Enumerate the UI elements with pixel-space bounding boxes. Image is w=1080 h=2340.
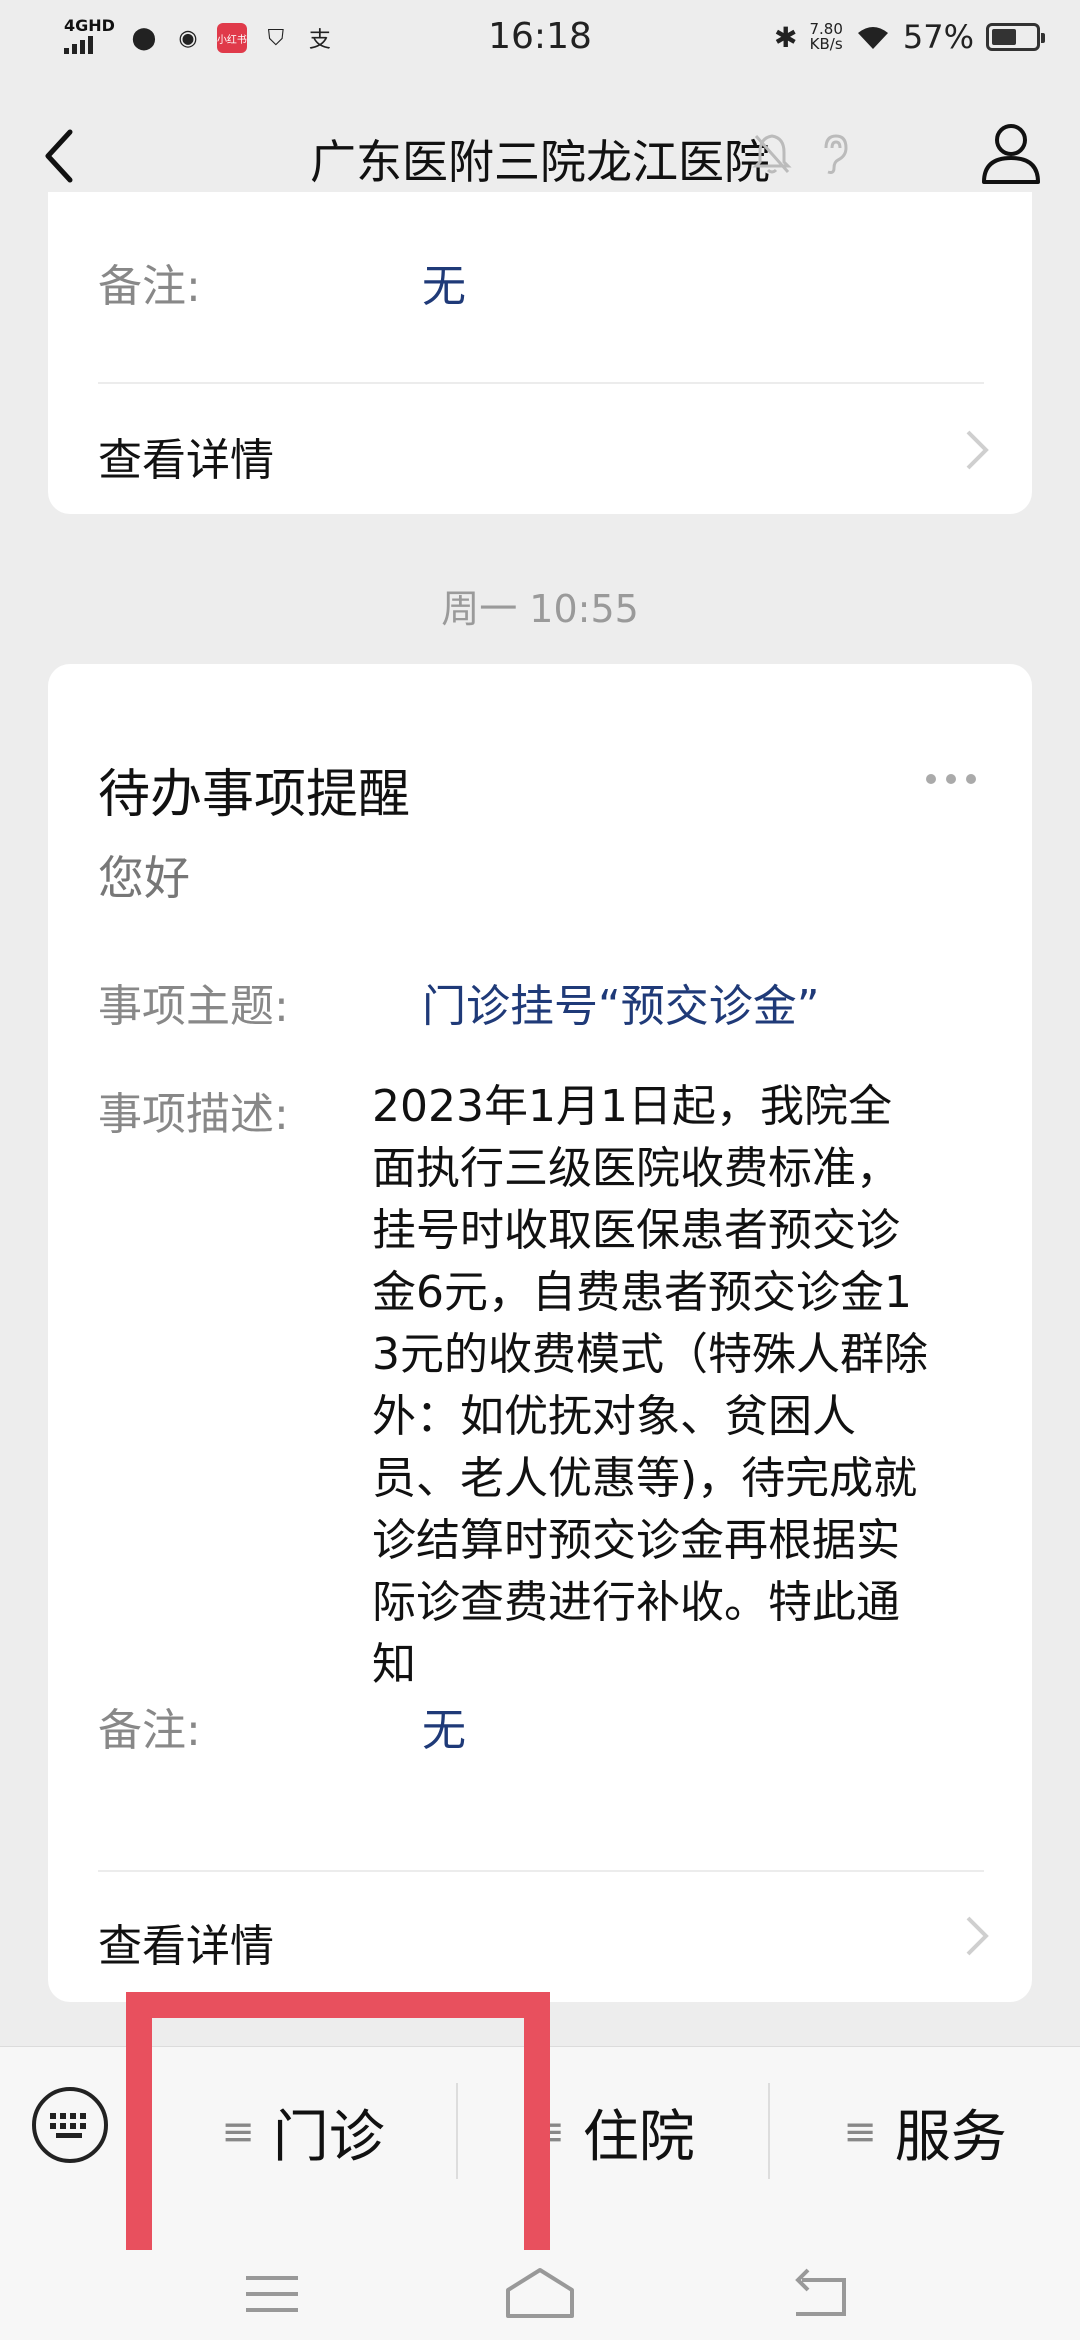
- remark-label: 备注:: [98, 261, 201, 312]
- message-card-todo[interactable]: 待办事项提醒 您好 事项主题: 门诊挂号“预交诊金” 事项描述: 2023年1月…: [48, 664, 1032, 2002]
- home-icon[interactable]: [500, 2264, 580, 2324]
- back-nav-icon[interactable]: [782, 2264, 862, 2324]
- net-speed: 7.80 KB/s: [809, 22, 842, 52]
- battery-level: [992, 29, 1016, 45]
- divider: [98, 1870, 984, 1872]
- battery-icon: [986, 23, 1045, 51]
- menu-item-services[interactable]: ≡ 服务: [770, 2047, 1080, 2217]
- subject-value: 门诊挂号“预交诊金”: [422, 981, 820, 1032]
- view-details-label: 查看详情: [98, 1921, 274, 1972]
- status-right: ✱ 7.80 KB/s 57%: [774, 18, 1045, 56]
- battery-percent: 57%: [902, 18, 974, 56]
- menu-list-icon: ≡: [843, 2109, 877, 2155]
- view-details-label: 查看详情: [98, 435, 274, 486]
- keyboard-icon[interactable]: [32, 2087, 108, 2163]
- remark-value: 无: [422, 1705, 466, 1756]
- wifi-icon: [857, 27, 888, 49]
- highlight-box: [126, 1992, 550, 2282]
- message-card-previous: 备注: 无 查看详情: [48, 192, 1032, 514]
- ear-icon: [824, 134, 848, 174]
- description-value: 2023年1月1日起，我院全面执行三级医院收费标准，挂号时收取医保患者预交诊金6…: [372, 1081, 928, 1690]
- chevron-right-icon: [966, 1916, 989, 1956]
- divider: [98, 382, 984, 384]
- bluetooth-icon: ✱: [774, 20, 798, 54]
- description-label: 事项描述:: [98, 1089, 289, 1140]
- header-status-icons: [752, 132, 854, 176]
- card-title: 待办事项提醒: [98, 765, 411, 825]
- page-title: 广东医附三院龙江医院: [310, 135, 770, 189]
- subject-label: 事项主题:: [98, 981, 289, 1032]
- message-timestamp: 周一 10:55: [441, 587, 639, 631]
- recents-menu-icon[interactable]: [232, 2264, 312, 2324]
- system-nav-bar: [0, 2250, 1080, 2340]
- status-bar: 4GHD ⬤ ◉ 小红书 ⛉ 支 16:18 ✱ 7.80 KB/s 57%: [0, 0, 1080, 80]
- menu-item-label: 服务: [894, 2104, 1007, 2170]
- menu-item-label: 住院: [582, 2104, 695, 2170]
- chevron-right-icon: [966, 430, 989, 470]
- net-speed-unit: KB/s: [809, 35, 843, 53]
- remark-label: 备注:: [98, 1705, 201, 1756]
- bell-muted-icon: [752, 134, 792, 174]
- greeting: 您好: [98, 851, 190, 905]
- more-options-icon[interactable]: [926, 774, 976, 784]
- person-icon[interactable]: [978, 120, 1044, 186]
- remark-value: 无: [422, 261, 466, 312]
